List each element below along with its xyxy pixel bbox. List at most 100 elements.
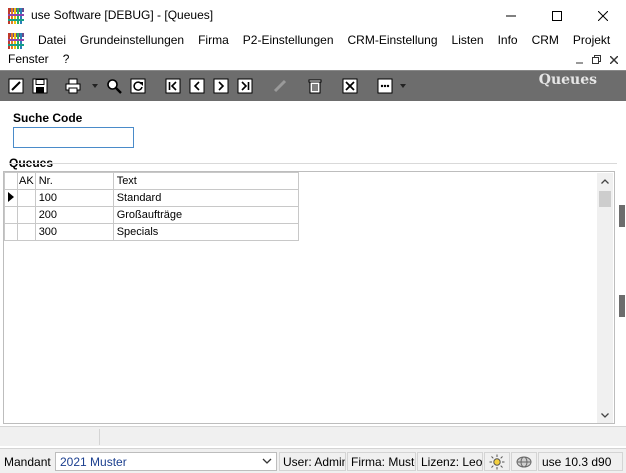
- queues-table: AK Nr. Text 100 Standard 200 Großaufträg…: [4, 172, 299, 241]
- more-button[interactable]: [376, 77, 394, 95]
- sun-icon: [489, 454, 505, 469]
- refresh-icon: [130, 78, 146, 94]
- mdi-close-button[interactable]: [605, 51, 622, 68]
- menu-crm[interactable]: CRM: [525, 31, 566, 50]
- minimize-button[interactable]: [488, 0, 534, 31]
- cell-text[interactable]: Specials: [112, 223, 299, 241]
- column-header-ak[interactable]: AK: [17, 172, 36, 190]
- row-indicator: [4, 189, 18, 207]
- next-record-button[interactable]: [212, 77, 230, 95]
- first-record-icon: [165, 78, 181, 94]
- save-icon: [32, 78, 48, 94]
- splitter-handle-upper[interactable]: [619, 205, 625, 227]
- cell-nr[interactable]: 100: [34, 189, 114, 207]
- search-icon: [107, 79, 122, 94]
- more-icon: [377, 78, 393, 94]
- menu-grundeinstellungen[interactable]: Grundeinstellungen: [73, 31, 191, 50]
- menu-bar: Datei Grundeinstellungen Firma P2-Einste…: [0, 31, 626, 69]
- cell-ak[interactable]: [17, 189, 36, 207]
- app-logo-icon: [8, 8, 24, 24]
- previous-icon: [189, 78, 205, 94]
- status-version: use 10.3 d90: [538, 452, 623, 471]
- row-indicator: [4, 206, 18, 224]
- menu-row-2: Fenster ?: [0, 50, 76, 69]
- chevron-down-icon[interactable]: [400, 83, 406, 89]
- title-bar: use Software [DEBUG] - [Queues]: [0, 0, 626, 31]
- save-button[interactable]: [31, 77, 49, 95]
- close-button[interactable]: [580, 0, 626, 31]
- window-title: use Software [DEBUG] - [Queues]: [31, 8, 214, 22]
- search-button[interactable]: [105, 77, 123, 95]
- menu-info[interactable]: Info: [491, 31, 525, 50]
- network-status-button[interactable]: [511, 452, 537, 471]
- menu-firma[interactable]: Firma: [191, 31, 236, 50]
- sun-status-button[interactable]: [484, 452, 510, 471]
- section-divider: [9, 163, 617, 164]
- print-icon: [65, 78, 81, 94]
- chevron-down-icon: [262, 458, 272, 464]
- mandant-value: 2021 Muster: [60, 454, 127, 469]
- menu-listen[interactable]: Listen: [445, 31, 491, 50]
- status-strip: [0, 426, 626, 446]
- column-header-nr[interactable]: Nr.: [34, 172, 114, 190]
- toolbar: Queues: [0, 70, 626, 101]
- cell-ak[interactable]: [17, 223, 36, 241]
- menu-fenster[interactable]: Fenster: [0, 50, 56, 69]
- vertical-scrollbar[interactable]: [597, 173, 613, 423]
- status-user: User: Admini: [279, 452, 346, 471]
- last-record-icon: [237, 78, 253, 94]
- mandant-label: Mandant: [4, 454, 51, 469]
- maximize-button[interactable]: [534, 0, 580, 31]
- chevron-up-icon: [601, 178, 609, 184]
- splitter-handle-lower[interactable]: [619, 295, 625, 317]
- table-row[interactable]: 200 Großaufträge: [4, 206, 299, 224]
- globe-icon: [516, 456, 532, 467]
- cell-text[interactable]: Großaufträge: [112, 206, 299, 224]
- close-icon: [609, 55, 618, 64]
- previous-record-button[interactable]: [188, 77, 206, 95]
- queues-grid[interactable]: AK Nr. Text 100 Standard 200 Großaufträg…: [3, 171, 615, 424]
- refresh-button[interactable]: [129, 77, 147, 95]
- menu-projekt[interactable]: Projekt: [566, 31, 617, 50]
- search-code-input[interactable]: [13, 127, 134, 148]
- column-header-text[interactable]: Text: [112, 172, 299, 190]
- mandant-select[interactable]: 2021 Muster: [55, 452, 277, 471]
- close-icon: [598, 10, 608, 21]
- print-button[interactable]: [64, 77, 82, 95]
- menu-help[interactable]: ?: [56, 50, 77, 69]
- menu-datei[interactable]: Datei: [31, 31, 73, 50]
- mdi-restore-button[interactable]: [588, 51, 605, 68]
- last-record-button[interactable]: [236, 77, 254, 95]
- pencil-button-disabled[interactable]: [271, 77, 289, 95]
- status-bar: Mandant 2021 Muster User: Admini Firma: …: [0, 448, 626, 473]
- menu-p2-einstellungen[interactable]: P2-Einstellungen: [236, 31, 341, 50]
- first-record-button[interactable]: [164, 77, 182, 95]
- form-title: Queues: [538, 72, 597, 88]
- scroll-thumb[interactable]: [599, 191, 611, 207]
- minimize-icon: [506, 15, 516, 16]
- mdi-minimize-button[interactable]: [571, 51, 588, 68]
- chevron-down-icon[interactable]: [92, 83, 98, 89]
- edit-button[interactable]: [7, 77, 25, 95]
- mdi-child-icon[interactable]: [8, 32, 24, 49]
- trash-icon: [308, 79, 322, 94]
- next-icon: [213, 78, 229, 94]
- cell-text[interactable]: Standard: [112, 189, 299, 207]
- minimize-icon: [575, 62, 583, 63]
- cell-nr[interactable]: 200: [34, 206, 114, 224]
- delete-button[interactable]: [306, 77, 324, 95]
- cell-ak[interactable]: [17, 206, 36, 224]
- table-row[interactable]: 100 Standard: [4, 189, 299, 207]
- pencil-icon: [273, 79, 287, 93]
- menu-crm-einstellung[interactable]: CRM-Einstellung: [341, 31, 445, 50]
- table-row[interactable]: 300 Specials: [4, 223, 299, 241]
- edit-icon: [8, 78, 24, 94]
- scroll-up-button[interactable]: [597, 173, 613, 189]
- status-firma: Firma: Muste: [347, 452, 416, 471]
- maximize-icon: [552, 10, 562, 21]
- cancel-button[interactable]: [341, 77, 359, 95]
- mdi-window-controls: [571, 51, 622, 68]
- chevron-down-icon: [601, 412, 609, 418]
- cell-nr[interactable]: 300: [34, 223, 114, 241]
- scroll-down-button[interactable]: [597, 407, 613, 423]
